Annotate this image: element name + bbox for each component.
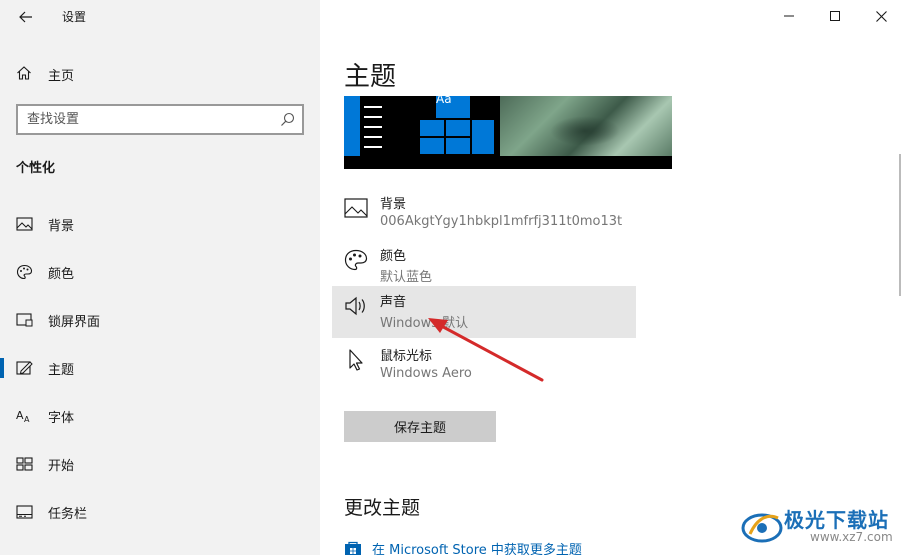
watermark: 极光下载站 www.xz7.com [740, 502, 900, 552]
sidebar-item-label: 主题 [48, 363, 75, 378]
search-input[interactable] [27, 110, 267, 129]
preview-tile-text: Aa [436, 96, 452, 106]
save-theme-button[interactable]: 保存主题 [344, 411, 496, 442]
search-icon[interactable] [280, 112, 295, 127]
font-icon: AA [16, 409, 30, 424]
sidebar-item-label: 字体 [48, 411, 75, 426]
taskbar-icon [16, 505, 33, 519]
sidebar-item-label: 背景 [48, 219, 75, 234]
option-subtitle: Windows 默认 [380, 316, 469, 331]
sidebar-item-start[interactable]: 开始 [0, 444, 320, 484]
option-title: 声音 [380, 295, 407, 310]
back-arrow-icon [19, 11, 32, 23]
option-title: 背景 [380, 197, 407, 212]
sidebar-item-lock-screen[interactable]: 锁屏界面 [0, 300, 320, 340]
section-personalization: 个性化 [16, 161, 56, 176]
main-content: 主题 Aa 背景 006AkgtYgy1hbkpl1mfrfj311t0mo13… [320, 0, 904, 555]
watermark-logo-icon [741, 513, 783, 543]
preview-wallpaper [500, 96, 672, 156]
minimize-button[interactable] [766, 0, 812, 32]
watermark-name: 极光下载站 [784, 508, 889, 532]
sidebar: 设置 主页 个性化 背景 颜色 锁屏界面 主题 AA 字体 开始 任务栏 [0, 0, 320, 555]
image-icon [344, 198, 368, 218]
maximize-button[interactable] [812, 0, 858, 32]
option-sounds[interactable]: 声音 Windows 默认 [332, 286, 636, 338]
maximize-icon [830, 11, 840, 21]
page-title: 主题 [344, 62, 397, 92]
sidebar-item-taskbar[interactable]: 任务栏 [0, 492, 320, 532]
svg-text:A: A [24, 415, 30, 424]
option-title: 鼠标光标 [380, 349, 433, 364]
back-button[interactable] [14, 6, 38, 28]
option-background[interactable]: 背景 006AkgtYgy1hbkpl1mfrfj311t0mo13t [332, 188, 636, 240]
close-icon [875, 10, 887, 22]
sidebar-item-colors[interactable]: 颜色 [0, 252, 320, 292]
search-box[interactable] [16, 104, 304, 135]
home-icon [17, 66, 31, 80]
sidebar-item-label: 颜色 [48, 267, 75, 282]
palette-icon [344, 249, 368, 271]
sidebar-item-fonts[interactable]: AA 字体 [0, 396, 320, 436]
lock-screen-icon [16, 313, 33, 327]
scrollbar[interactable] [899, 154, 901, 296]
store-icon [345, 541, 361, 555]
speaker-icon [345, 296, 365, 316]
image-icon [16, 217, 33, 231]
app-title: 设置 [62, 10, 87, 24]
preview-start-strip [344, 96, 360, 156]
nav-home[interactable]: 主页 [0, 58, 320, 88]
nav-home-label: 主页 [48, 69, 75, 84]
option-colors[interactable]: 颜色 默认蓝色 [332, 240, 636, 292]
watermark-url: www.xz7.com [810, 530, 893, 544]
start-icon [16, 457, 33, 471]
option-subtitle: 默认蓝色 [380, 270, 433, 285]
palette-icon [16, 264, 33, 280]
store-link-label: 在 Microsoft Store 中获取更多主题 [372, 542, 582, 555]
theme-preview: Aa [344, 96, 672, 169]
close-button[interactable] [858, 0, 904, 32]
option-title: 颜色 [380, 249, 407, 264]
cursor-icon [349, 349, 363, 371]
preview-tiles [420, 96, 494, 156]
option-subtitle: 006AkgtYgy1hbkpl1mfrfj311t0mo13t [380, 214, 623, 229]
store-link[interactable]: 在 Microsoft Store 中获取更多主题 [344, 538, 582, 555]
option-mouse-cursor[interactable]: 鼠标光标 Windows Aero [332, 340, 636, 392]
sidebar-item-label: 开始 [48, 459, 75, 474]
svg-text:A: A [16, 409, 24, 422]
sidebar-item-label: 锁屏界面 [48, 315, 101, 330]
minimize-icon [784, 15, 794, 17]
sidebar-item-label: 任务栏 [48, 507, 88, 522]
option-subtitle: Windows Aero [380, 366, 472, 381]
change-theme-heading: 更改主题 [344, 497, 421, 519]
sidebar-item-background[interactable]: 背景 [0, 204, 320, 244]
sidebar-item-themes[interactable]: 主题 [0, 348, 320, 388]
theme-icon [16, 361, 33, 375]
